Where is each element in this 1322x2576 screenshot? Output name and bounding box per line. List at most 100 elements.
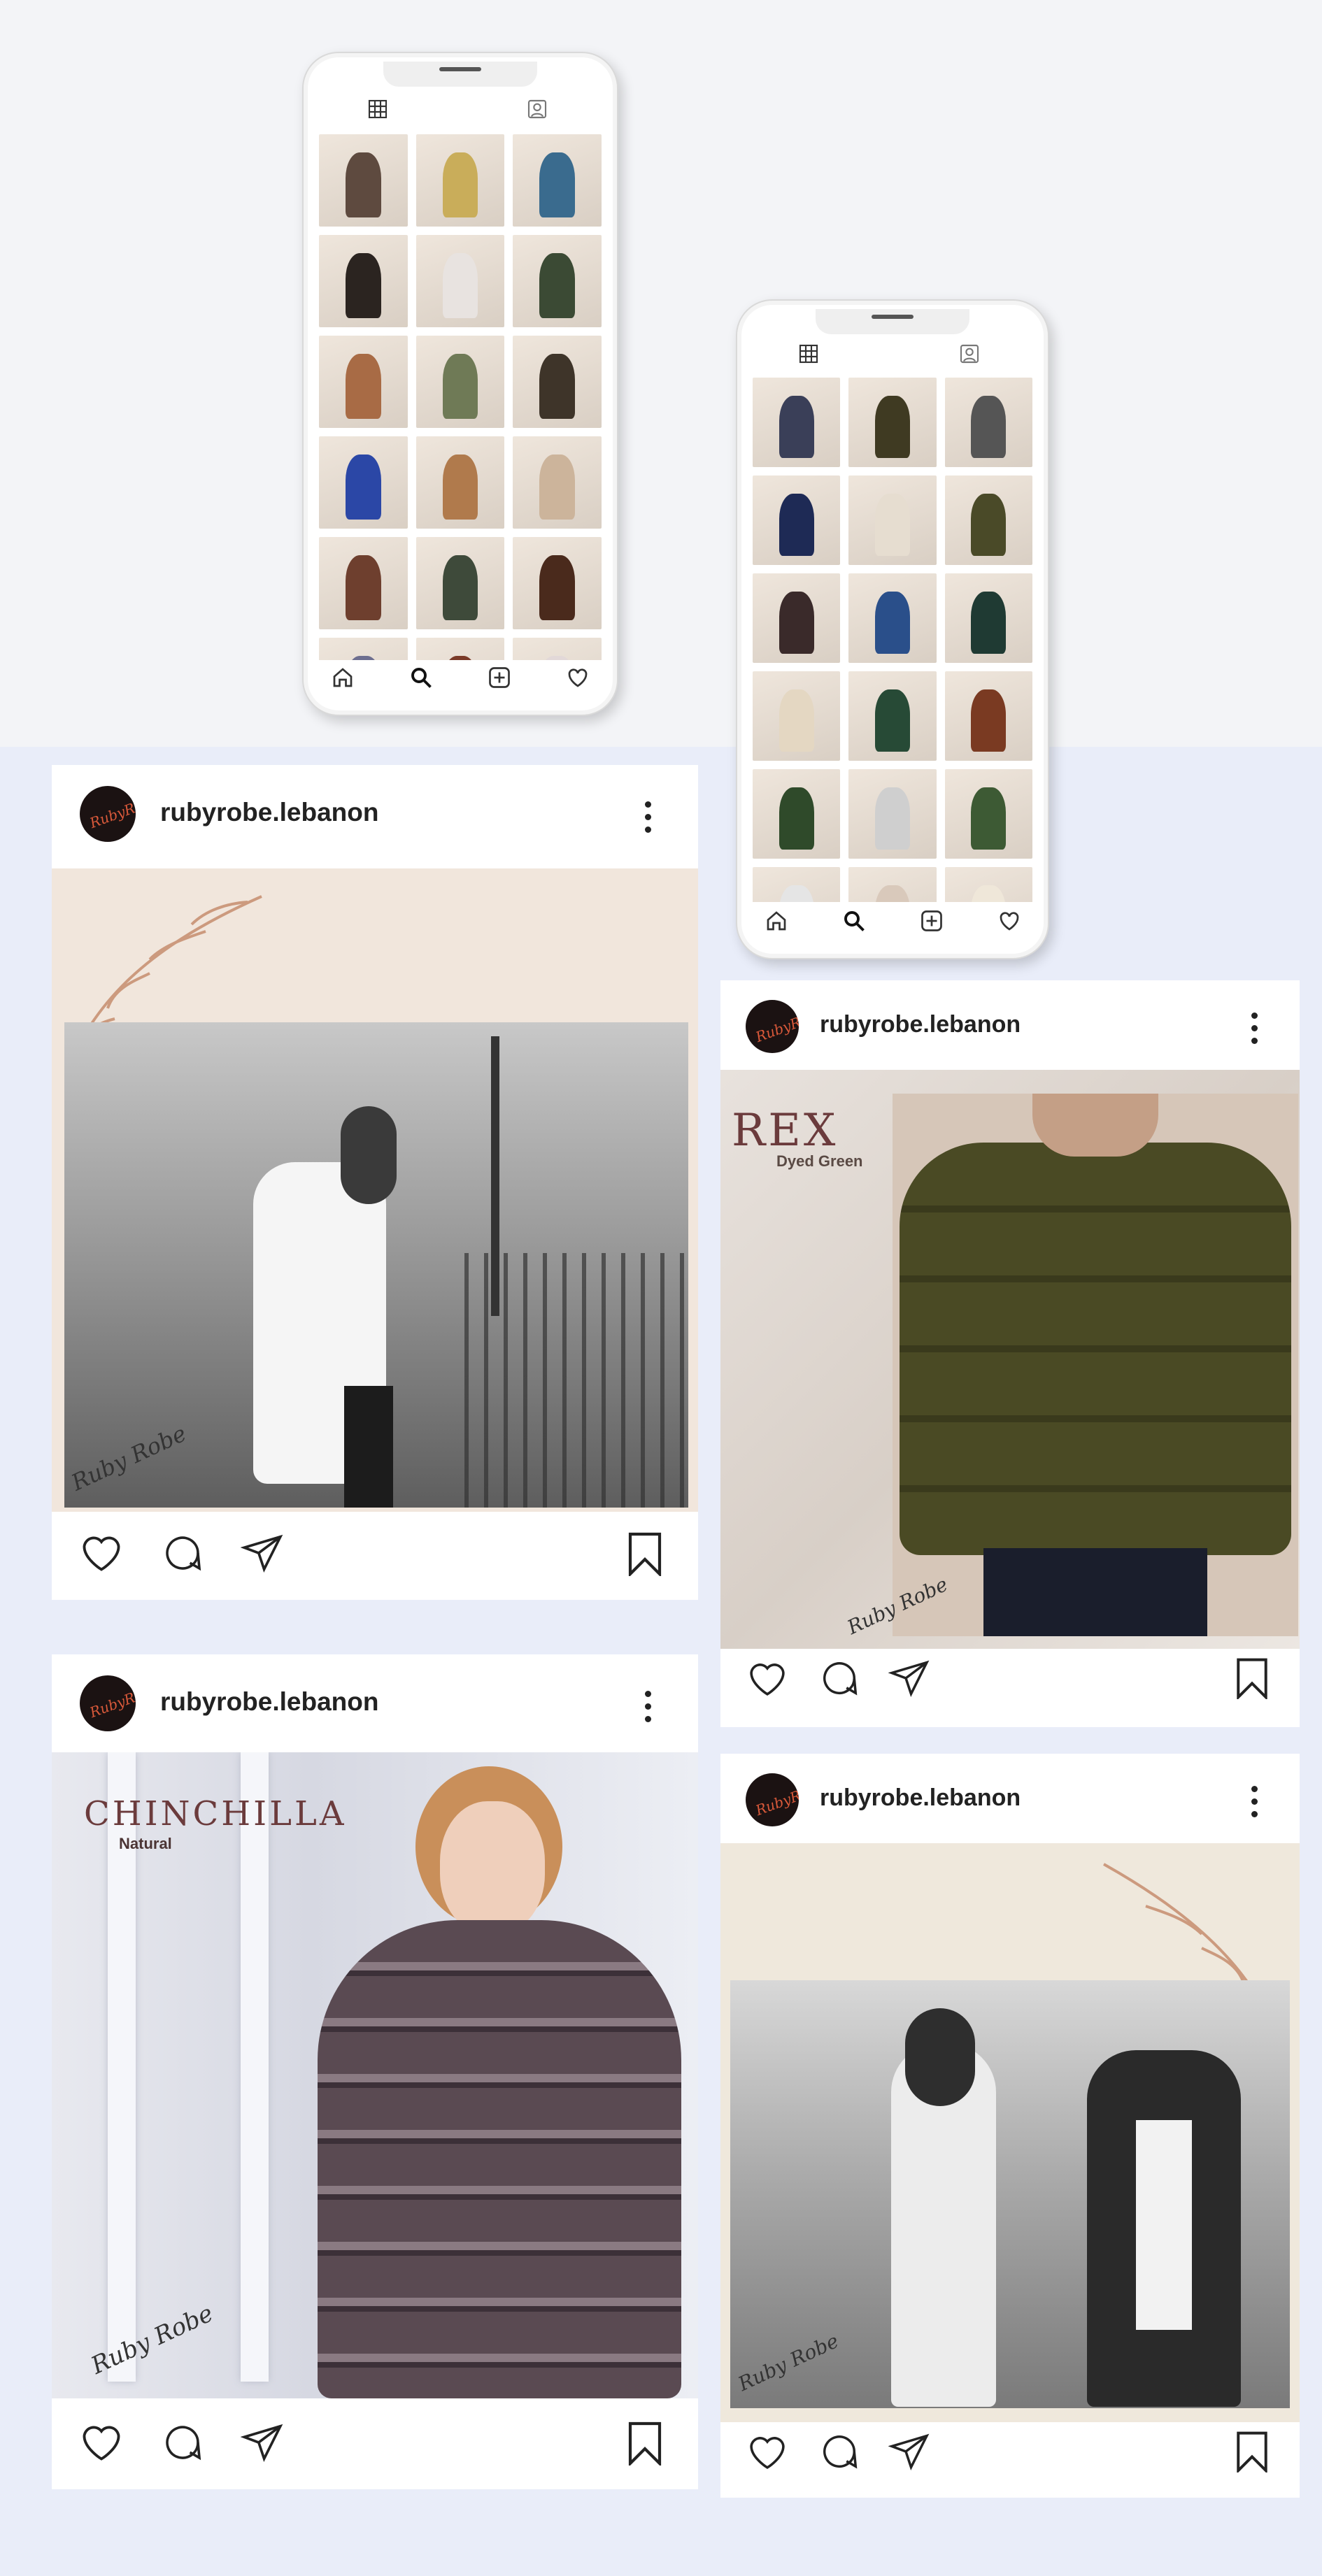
- share-send-icon[interactable]: [888, 2431, 930, 2473]
- more-options-icon[interactable]: [644, 1691, 653, 1726]
- more-options-icon[interactable]: [644, 801, 653, 836]
- post-actions: [52, 1520, 698, 1583]
- post-header: RubyRobe rubyrobe.lebanon: [52, 765, 698, 863]
- grid-thumbnail[interactable]: [415, 134, 505, 227]
- grid-thumbnail[interactable]: [319, 537, 408, 629]
- post-image[interactable]: Ruby Robe: [720, 1843, 1300, 2422]
- grid-thumbnail[interactable]: [944, 769, 1032, 859]
- grid-thumbnail[interactable]: [944, 867, 1032, 902]
- grid-thumbnail[interactable]: [513, 235, 602, 327]
- grid-thumbnail[interactable]: [848, 378, 937, 467]
- post-header: RubyRobe rubyrobe.lebanon: [720, 980, 1300, 1070]
- grid-thumbnail[interactable]: [848, 769, 937, 859]
- search-icon[interactable]: [408, 665, 434, 690]
- add-icon[interactable]: [919, 908, 944, 933]
- grid-thumbnail[interactable]: [513, 134, 602, 227]
- search-icon[interactable]: [841, 908, 867, 933]
- grid-thumbnail[interactable]: [513, 336, 602, 428]
- grid-thumbnail[interactable]: [944, 671, 1032, 761]
- grid-thumbnail[interactable]: [415, 638, 505, 660]
- phone-notch: [383, 62, 537, 87]
- bookmark-icon[interactable]: [1231, 2429, 1273, 2473]
- comment-bubble-icon[interactable]: [818, 2431, 860, 2473]
- like-heart-icon[interactable]: [78, 2421, 125, 2463]
- photo-lamp-post: [491, 1036, 499, 1316]
- grid-thumbnail[interactable]: [415, 235, 505, 327]
- share-send-icon[interactable]: [241, 2421, 284, 2464]
- avatar[interactable]: RubyRobe: [80, 1675, 136, 1731]
- post-image[interactable]: CHINCHILLA Natural Ruby Robe: [52, 1752, 698, 2398]
- phone-speaker: [439, 67, 481, 71]
- post-grid: [753, 378, 1032, 902]
- comment-bubble-icon[interactable]: [161, 1531, 204, 1575]
- grid-thumbnail[interactable]: [319, 134, 408, 227]
- heart-icon[interactable]: [997, 908, 1022, 933]
- tagged-icon[interactable]: [526, 98, 548, 120]
- home-icon[interactable]: [330, 665, 355, 690]
- grid-thumbnail[interactable]: [753, 867, 841, 902]
- username[interactable]: rubyrobe.lebanon: [160, 798, 378, 827]
- comment-bubble-icon[interactable]: [818, 1657, 860, 1699]
- avatar-logo: RubyRobe: [753, 1777, 799, 1819]
- phone-mockup-left: [302, 52, 618, 716]
- grid-thumbnail[interactable]: [944, 475, 1032, 565]
- grid-thumbnail[interactable]: [848, 573, 937, 663]
- phone-mockup-right: [736, 299, 1049, 959]
- username[interactable]: rubyrobe.lebanon: [820, 1784, 1021, 1812]
- grid-thumbnail[interactable]: [319, 235, 408, 327]
- photo-model-face: [440, 1801, 545, 1934]
- username[interactable]: rubyrobe.lebanon: [820, 1011, 1021, 1038]
- avatar[interactable]: RubyRobe: [746, 1000, 799, 1053]
- grid-thumbnail[interactable]: [753, 378, 841, 467]
- post-image[interactable]: Ruby Robe: [52, 868, 698, 1512]
- like-heart-icon[interactable]: [78, 1531, 125, 1573]
- share-send-icon[interactable]: [241, 1531, 284, 1575]
- grid-thumbnail[interactable]: [513, 436, 602, 529]
- grid-thumbnail[interactable]: [848, 671, 937, 761]
- tagged-icon[interactable]: [958, 343, 981, 365]
- photo-green-fur-jacket: [893, 1094, 1298, 1636]
- avatar[interactable]: RubyRobe: [80, 786, 136, 842]
- grid-thumbnail[interactable]: [415, 537, 505, 629]
- grid-view-icon[interactable]: [797, 343, 820, 365]
- grid-thumbnail[interactable]: [415, 336, 505, 428]
- grid-thumbnail[interactable]: [753, 573, 841, 663]
- post-header: RubyRobe rubyrobe.lebanon: [52, 1654, 698, 1752]
- more-options-icon[interactable]: [1250, 1012, 1260, 1047]
- grid-thumbnail[interactable]: [944, 378, 1032, 467]
- like-heart-icon[interactable]: [746, 1659, 789, 1698]
- grid-thumbnail[interactable]: [753, 475, 841, 565]
- bookmark-icon[interactable]: [1231, 1656, 1273, 1699]
- grid-thumbnail[interactable]: [319, 336, 408, 428]
- grid-thumbnail[interactable]: [319, 638, 408, 660]
- like-heart-icon[interactable]: [746, 2432, 789, 2471]
- avatar-logo: RubyRobe: [87, 1680, 136, 1722]
- photo-model-right-top: [1136, 2120, 1192, 2330]
- heart-icon[interactable]: [565, 665, 590, 690]
- grid-thumbnail[interactable]: [944, 573, 1032, 663]
- grid-thumbnail[interactable]: [415, 436, 505, 529]
- grid-thumbnail[interactable]: [513, 638, 602, 660]
- bookmark-icon[interactable]: [623, 2419, 667, 2466]
- brand-title: CHINCHILLA: [84, 1794, 347, 1833]
- grid-thumbnail[interactable]: [848, 867, 937, 902]
- more-options-icon[interactable]: [1250, 1786, 1260, 1821]
- post-image[interactable]: REX Dyed Green Ruby Robe: [720, 1070, 1300, 1649]
- photo-chinchilla-fur-coat: [318, 1920, 681, 2398]
- grid-view-icon[interactable]: [367, 98, 389, 120]
- grid-thumbnail[interactable]: [848, 475, 937, 565]
- home-icon[interactable]: [764, 908, 789, 933]
- grid-thumbnail[interactable]: [513, 537, 602, 629]
- grid-thumbnail[interactable]: [319, 436, 408, 529]
- add-icon[interactable]: [487, 665, 512, 690]
- comment-bubble-icon[interactable]: [161, 2421, 204, 2464]
- post-header: RubyRobe rubyrobe.lebanon: [720, 1754, 1300, 1843]
- bookmark-icon[interactable]: [623, 1530, 667, 1576]
- grid-thumbnail[interactable]: [753, 671, 841, 761]
- share-send-icon[interactable]: [888, 1657, 930, 1699]
- username[interactable]: rubyrobe.lebanon: [160, 1687, 378, 1717]
- grid-thumbnail[interactable]: [753, 769, 841, 859]
- avatar[interactable]: RubyRobe: [746, 1773, 799, 1826]
- bottom-nav: [304, 660, 617, 695]
- signature: Ruby Robe: [67, 1419, 190, 1496]
